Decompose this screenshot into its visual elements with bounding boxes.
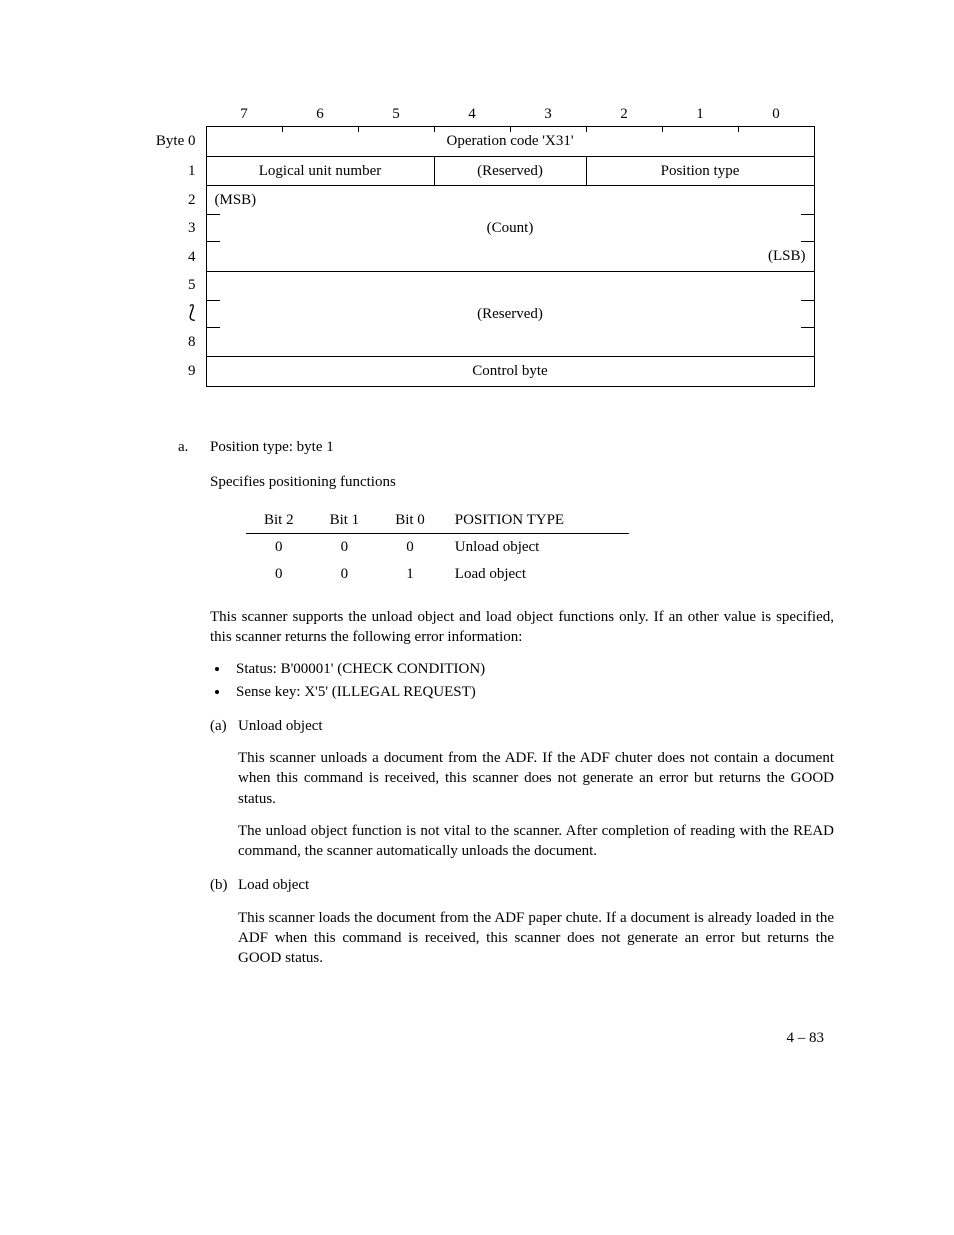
- pt-cell: 0: [246, 534, 312, 561]
- row-label: 9: [120, 357, 206, 386]
- byte-2-row: 2 (MSB): [120, 185, 814, 214]
- row-label: 4: [120, 242, 206, 271]
- pt-row: 0 0 0 Unload object: [246, 534, 629, 561]
- pt-header: Bit 0: [377, 507, 443, 534]
- error-item: Status: B'00001' (CHECK CONDITION): [230, 659, 834, 679]
- sub-para: This scanner loads the document from the…: [238, 908, 834, 969]
- subsection-b: (b) Load object This scanner loads the d…: [210, 875, 834, 968]
- pt-header: Bit 1: [312, 507, 378, 534]
- bit-col: 3: [510, 100, 586, 127]
- byte-5-row: 5: [120, 271, 814, 300]
- row-label: 2: [120, 185, 206, 214]
- bit-col: 4: [434, 100, 510, 127]
- section-title: Position type: byte 1: [210, 437, 334, 457]
- page-number: 4 – 83: [120, 1028, 834, 1048]
- reserved2-cell: (Reserved): [477, 306, 543, 322]
- byte-wavy-row: ⟅ (Reserved): [120, 300, 814, 328]
- pt-cell: 0: [312, 534, 378, 561]
- pt-cell: 0: [312, 561, 378, 587]
- pt-header: POSITION TYPE: [443, 507, 630, 534]
- pt-cell: Load object: [443, 561, 630, 587]
- wavy-icon: ⟅: [188, 307, 195, 318]
- byte-8-row: 8: [120, 328, 814, 357]
- bit-col: 6: [282, 100, 358, 127]
- sub-title: Unload object: [238, 716, 323, 736]
- pt-cell: 0: [246, 561, 312, 587]
- subsection-a: (a) Unload object This scanner unloads a…: [210, 716, 834, 862]
- sub-title: Load object: [238, 875, 309, 895]
- position-type-cell: Position type: [586, 156, 814, 185]
- byte-4-row: 4 (LSB): [120, 242, 814, 271]
- sub-marker: (a): [210, 716, 238, 736]
- section-intro: Specifies positioning functions: [210, 472, 834, 492]
- bit-col: 5: [358, 100, 434, 127]
- bit-col: 0: [738, 100, 814, 127]
- count-cell: (Count): [487, 220, 534, 236]
- byte-3-row: 3 (Count): [120, 214, 814, 242]
- row-label: 8: [120, 328, 206, 357]
- byte-1-row: 1 Logical unit number (Reserved) Positio…: [120, 156, 814, 185]
- row-label: 5: [120, 271, 206, 300]
- bit-header-row: 7 6 5 4 3 2 1 0: [120, 100, 814, 127]
- pt-cell: 1: [377, 561, 443, 587]
- row-label: Byte 0: [120, 127, 206, 156]
- error-item: Sense key: X'5' (ILLEGAL REQUEST): [230, 682, 834, 702]
- opcode-text: Operation code 'X31': [446, 133, 573, 149]
- row-label: 3: [120, 214, 206, 242]
- control-byte-cell: Control byte: [206, 357, 814, 386]
- section-marker: a.: [178, 437, 210, 457]
- lun-cell: Logical unit number: [206, 156, 434, 185]
- pt-cell: Unload object: [443, 534, 630, 561]
- bit-col: 1: [662, 100, 738, 127]
- sub-para: The unload object function is not vital …: [238, 821, 834, 862]
- byte-9-row: 9 Control byte: [120, 357, 814, 386]
- section-para: This scanner supports the unload object …: [210, 607, 834, 648]
- sub-para: This scanner unloads a document from the…: [238, 748, 834, 809]
- row-label: 1: [120, 156, 206, 185]
- sub-marker: (b): [210, 875, 238, 895]
- pt-cell: 0: [377, 534, 443, 561]
- cdb-byte-table: 7 6 5 4 3 2 1 0 Byte 0 Operation code 'X…: [120, 100, 815, 387]
- bit-col: 7: [206, 100, 282, 127]
- reserved-cell: (Reserved): [434, 156, 586, 185]
- pt-header: Bit 2: [246, 507, 312, 534]
- byte-0-row: Byte 0 Operation code 'X31': [120, 127, 814, 156]
- position-type-table: Bit 2 Bit 1 Bit 0 POSITION TYPE 0 0 0 Un…: [246, 507, 629, 587]
- msb-cell: (MSB): [206, 185, 814, 214]
- section-a: a. Position type: byte 1 Specifies posit…: [178, 437, 834, 969]
- pt-row: 0 0 1 Load object: [246, 561, 629, 587]
- lsb-cell: (LSB): [206, 242, 814, 271]
- error-list: Status: B'00001' (CHECK CONDITION) Sense…: [230, 659, 834, 702]
- bit-col: 2: [586, 100, 662, 127]
